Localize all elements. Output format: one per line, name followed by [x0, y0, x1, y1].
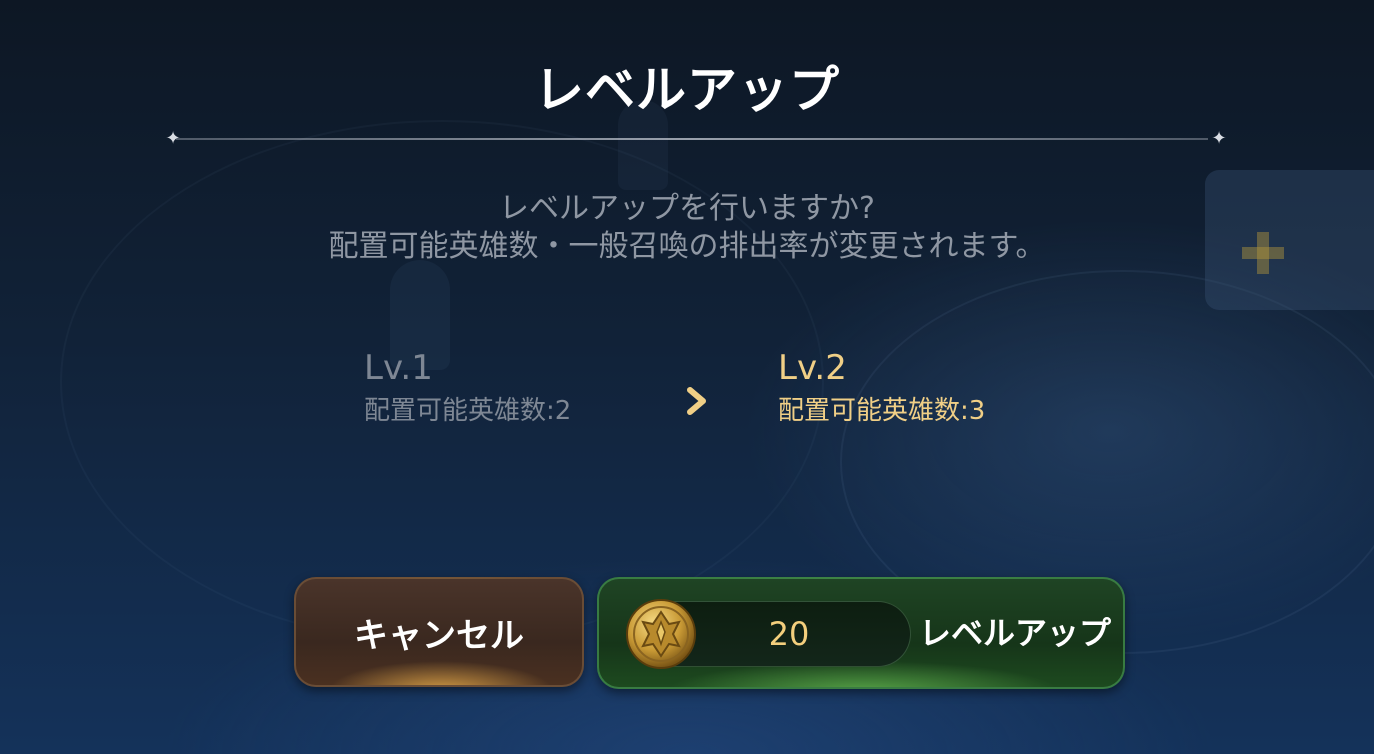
- level-up-label: レベルアップ: [918, 614, 1111, 652]
- chevron-right-icon: [687, 387, 706, 415]
- message-line-2: 配置可能英雄数・一般召喚の排出率が変更されます。: [328, 229, 1046, 264]
- title-divider: [176, 138, 1208, 140]
- message-line-1: レベルアップを行いますか?: [499, 191, 875, 226]
- next-level-stat: 配置可能英雄数:3: [778, 396, 986, 426]
- dialog-message: レベルアップを行いますか? 配置可能英雄数・一般召喚の排出率が変更されます。: [0, 190, 1374, 266]
- dialog-title: レベルアップ: [534, 61, 840, 119]
- cancel-button[interactable]: キャンセル: [294, 577, 584, 687]
- current-level-info: Lv.1 配置可能英雄数:2: [364, 348, 571, 428]
- gold-coin-icon: [626, 599, 696, 669]
- current-level-label: Lv.1: [364, 348, 433, 388]
- level-up-button[interactable]: 20 レベルアップ: [597, 577, 1125, 689]
- next-level-info: Lv.2 配置可能英雄数:3: [778, 348, 985, 428]
- current-level-stat: 配置可能英雄数:2: [364, 396, 572, 426]
- level-up-cost: 20: [768, 615, 810, 653]
- next-level-label: Lv.2: [778, 348, 847, 388]
- sparkle-star-icon: ✦: [1211, 128, 1227, 149]
